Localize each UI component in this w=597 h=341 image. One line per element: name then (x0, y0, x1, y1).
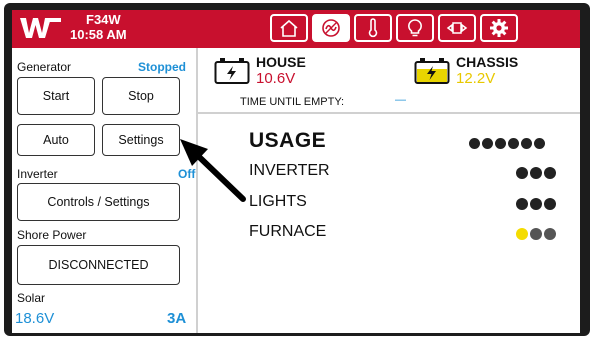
lights-usage-dots (516, 198, 556, 210)
usage-title: USAGE (249, 129, 327, 152)
usage-dot (530, 198, 542, 210)
left-panel: Generator Stopped Start Stop Auto Settin… (12, 48, 198, 333)
usage-dot (521, 138, 532, 149)
usage-dot (516, 167, 528, 179)
generator-stop-button[interactable]: Stop (102, 77, 180, 115)
solar-current: 3A (167, 310, 187, 327)
generator-start-button[interactable]: Start (17, 77, 95, 115)
usage-row-inverter: INVERTER (249, 162, 330, 179)
usage-row-furnace: FURNACE (249, 223, 327, 240)
usage-dot (530, 228, 542, 240)
chassis-battery-name: CHASSIS (456, 54, 519, 70)
usage-dot (534, 138, 545, 149)
tab-settings[interactable] (480, 14, 518, 42)
usage-dot (516, 198, 528, 210)
usage-dot (544, 167, 556, 179)
clock: 10:58 AM (70, 27, 127, 42)
chassis-battery-voltage: 12.2V (456, 70, 496, 87)
touchscreen: F34W 10:58 AM Generator Stopped Start St… (12, 10, 580, 333)
inverter-status: Off (178, 167, 196, 181)
inverter-controls-button[interactable]: Controls / Settings (17, 183, 180, 221)
generator-auto-button[interactable]: Auto (17, 124, 95, 156)
model-name: F34W (86, 12, 121, 27)
generator-label: Generator (17, 60, 72, 74)
usage-dot (544, 228, 556, 240)
solar-label: Solar (17, 291, 46, 305)
top-bar: F34W 10:58 AM (12, 10, 580, 48)
generator-status: Stopped (138, 60, 186, 74)
usage-row-lights: LIGHTS (249, 193, 307, 210)
slide-out-icon (446, 22, 468, 34)
inverter-usage-dots (516, 167, 556, 179)
generator-icon (322, 19, 340, 37)
usage-dot (516, 228, 528, 240)
tab-climate[interactable] (354, 14, 392, 42)
usage-dot (530, 167, 542, 179)
generator-settings-button[interactable]: Settings (102, 124, 180, 156)
usage-total-dots (469, 138, 545, 149)
house-battery-icon (214, 58, 250, 84)
lightbulb-icon (408, 19, 422, 37)
shore-power-label: Shore Power (17, 228, 87, 242)
tab-lighting[interactable] (396, 14, 434, 42)
inverter-label: Inverter (17, 167, 58, 181)
battery-status-area: HOUSE 10.6V CHASSIS 12.2V TIME UNTIL EMP… (198, 48, 580, 114)
home-icon (280, 19, 298, 37)
tab-home[interactable] (270, 14, 308, 42)
time-until-empty-value: — (395, 94, 406, 106)
usage-dot (482, 138, 493, 149)
chassis-battery-icon (414, 58, 450, 84)
usage-dot (508, 138, 519, 149)
usage-dot (544, 198, 556, 210)
solar-voltage: 18.6V (15, 310, 55, 327)
shore-power-status-button[interactable]: DISCONNECTED (17, 245, 180, 285)
gear-icon (490, 19, 508, 37)
tab-generator[interactable] (312, 14, 350, 42)
house-battery-name: HOUSE (256, 54, 306, 70)
tab-slide-outs[interactable] (438, 14, 476, 42)
usage-dot (495, 138, 506, 149)
house-battery-voltage: 10.6V (256, 70, 296, 87)
thermometer-icon (368, 18, 378, 38)
brand-logo (20, 18, 61, 38)
furnace-usage-dots (516, 228, 556, 240)
usage-dot (469, 138, 480, 149)
time-until-empty-label: TIME UNTIL EMPTY: (240, 96, 345, 108)
